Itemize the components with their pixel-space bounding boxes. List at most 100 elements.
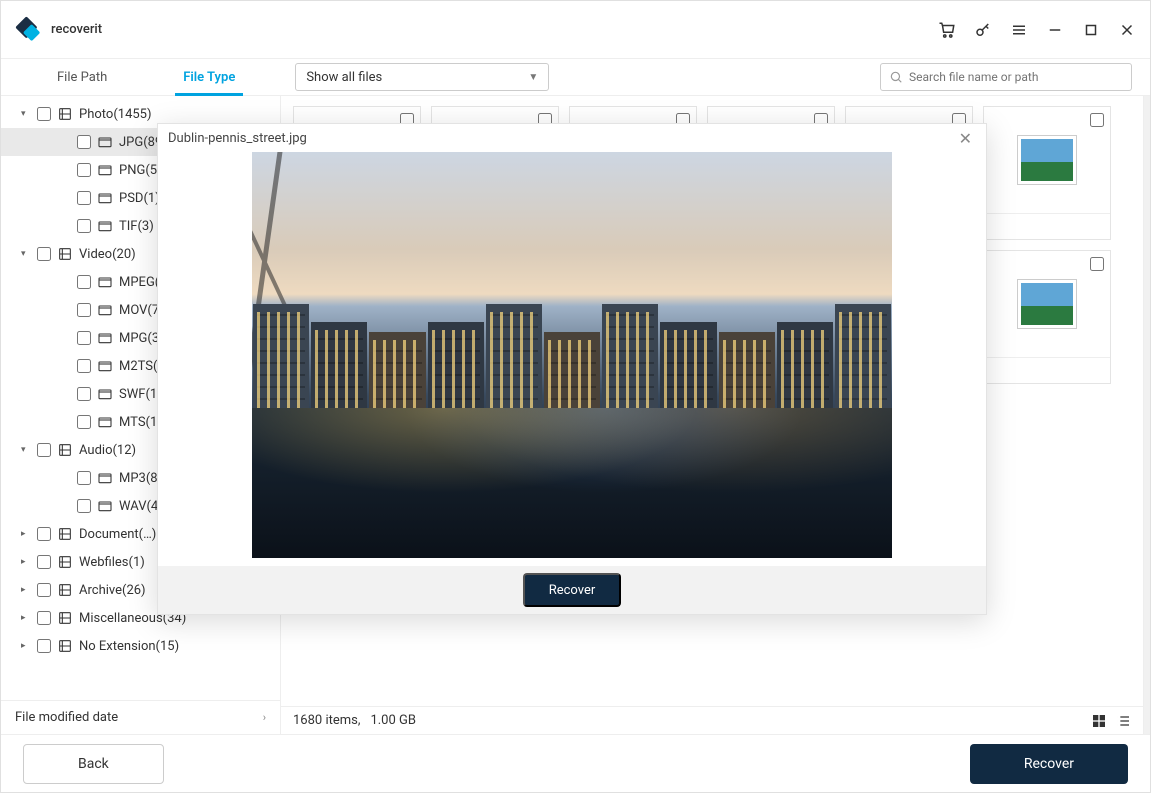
folder-icon (57, 582, 73, 598)
footer: Back Recover (1, 734, 1150, 792)
logo-icon (15, 16, 43, 44)
app-name: recoverit (51, 22, 102, 37)
thumbnail[interactable] (983, 106, 1111, 240)
tree-label: TIF(3) (119, 219, 154, 234)
chevron-down-icon: ▼ (528, 72, 538, 83)
app-logo: recoverit (15, 16, 102, 44)
folder-icon (97, 190, 113, 206)
tree-checkbox[interactable] (37, 583, 51, 597)
tree-checkbox[interactable] (77, 415, 91, 429)
expander-icon[interactable]: ▾ (21, 445, 31, 455)
tree-label: MTS(1) (119, 415, 162, 430)
tree-checkbox[interactable] (77, 191, 91, 205)
tree-item-noext[interactable]: ▸No Extension(15) (1, 632, 280, 660)
tab-file-type[interactable]: File Type (145, 59, 273, 96)
expander-icon[interactable]: ▸ (21, 585, 31, 595)
tree-checkbox[interactable] (77, 303, 91, 317)
tree-label: Photo(1455) (79, 107, 152, 122)
thumb-image (1018, 136, 1076, 184)
tree-label: PSD(1) (119, 191, 160, 206)
tree-checkbox[interactable] (77, 499, 91, 513)
folder-icon (57, 638, 73, 654)
minimize-icon[interactable] (1046, 21, 1064, 39)
folder-icon (57, 442, 73, 458)
folder-icon (97, 414, 113, 430)
folder-icon (57, 246, 73, 262)
maximize-icon[interactable] (1082, 21, 1100, 39)
tree-checkbox[interactable] (77, 275, 91, 289)
tree-checkbox[interactable] (77, 331, 91, 345)
tree-checkbox[interactable] (37, 443, 51, 457)
tree-checkbox[interactable] (37, 107, 51, 121)
folder-icon (97, 218, 113, 234)
menu-icon[interactable] (1010, 21, 1028, 39)
thumb-checkbox[interactable] (1090, 113, 1104, 127)
search-box[interactable] (880, 63, 1132, 91)
preview-recover-button[interactable]: Recover (523, 573, 622, 607)
folder-icon (57, 554, 73, 570)
preview-body (158, 152, 986, 566)
key-icon[interactable] (974, 21, 992, 39)
back-button[interactable]: Back (23, 744, 164, 784)
tree-label: SWF(1) (119, 387, 162, 402)
folder-icon (97, 498, 113, 514)
scrollbar[interactable] (1144, 96, 1150, 734)
folder-icon (97, 134, 113, 150)
tree-checkbox[interactable] (37, 611, 51, 625)
thumbnail[interactable] (983, 250, 1111, 384)
filter-dropdown-label: Show all files (306, 70, 382, 85)
tree-checkbox[interactable] (37, 639, 51, 653)
expander-icon[interactable]: ▸ (21, 529, 31, 539)
tree-checkbox[interactable] (77, 359, 91, 373)
tree-label: Audio(12) (79, 443, 136, 458)
tree-checkbox[interactable] (77, 219, 91, 233)
tree-label: Video(20) (79, 247, 136, 262)
folder-icon (57, 106, 73, 122)
thumb-checkbox[interactable] (1090, 257, 1104, 271)
search-icon (889, 70, 903, 84)
folder-icon (97, 358, 113, 374)
tree-checkbox[interactable] (77, 387, 91, 401)
thumb-image (1018, 280, 1076, 328)
titlebar-actions (938, 21, 1136, 39)
expander-icon[interactable]: ▸ (21, 557, 31, 567)
close-icon[interactable] (1118, 21, 1136, 39)
preview-dialog: Dublin-pennis_street.jpg ✕ Recover (157, 123, 987, 615)
search-input[interactable] (909, 70, 1123, 84)
thumb-caption (984, 357, 1110, 383)
tab-file-path[interactable]: File Path (19, 59, 145, 96)
status-count: 1680 items, (293, 713, 360, 728)
toolbar: File Path File Type Show all files ▼ (1, 59, 1150, 96)
tree-label: Webfiles(1) (79, 555, 145, 570)
tree-checkbox[interactable] (77, 471, 91, 485)
tree-label: Archive(26) (79, 583, 146, 598)
status-bar: 1680 items, 1.00 GB (281, 706, 1143, 734)
tree-checkbox[interactable] (77, 135, 91, 149)
recover-button[interactable]: Recover (970, 744, 1128, 784)
folder-icon (97, 470, 113, 486)
expander-icon[interactable]: ▸ (21, 641, 31, 651)
tree-checkbox[interactable] (37, 555, 51, 569)
status-size: 1.00 GB (370, 713, 416, 728)
list-view-icon[interactable] (1115, 713, 1131, 729)
grid-view-icon[interactable] (1091, 713, 1107, 729)
tree-checkbox[interactable] (37, 247, 51, 261)
folder-icon (97, 274, 113, 290)
titlebar: recoverit (1, 1, 1150, 59)
expander-icon[interactable]: ▾ (21, 109, 31, 119)
folder-icon (97, 330, 113, 346)
sidebar-footer[interactable]: File modified date › (1, 700, 280, 734)
preview-title: Dublin-pennis_street.jpg (168, 131, 307, 146)
expander-icon[interactable]: ▾ (21, 249, 31, 259)
folder-icon (57, 526, 73, 542)
view-toggle (1091, 713, 1131, 729)
chevron-right-icon: › (263, 711, 266, 724)
tree-label: MP3(8) (119, 471, 162, 486)
tree-checkbox[interactable] (37, 527, 51, 541)
cart-icon[interactable] (938, 21, 956, 39)
tree-checkbox[interactable] (77, 163, 91, 177)
preview-close-icon[interactable]: ✕ (955, 129, 976, 148)
folder-icon (97, 162, 113, 178)
filter-dropdown[interactable]: Show all files ▼ (295, 63, 549, 91)
expander-icon[interactable]: ▸ (21, 613, 31, 623)
